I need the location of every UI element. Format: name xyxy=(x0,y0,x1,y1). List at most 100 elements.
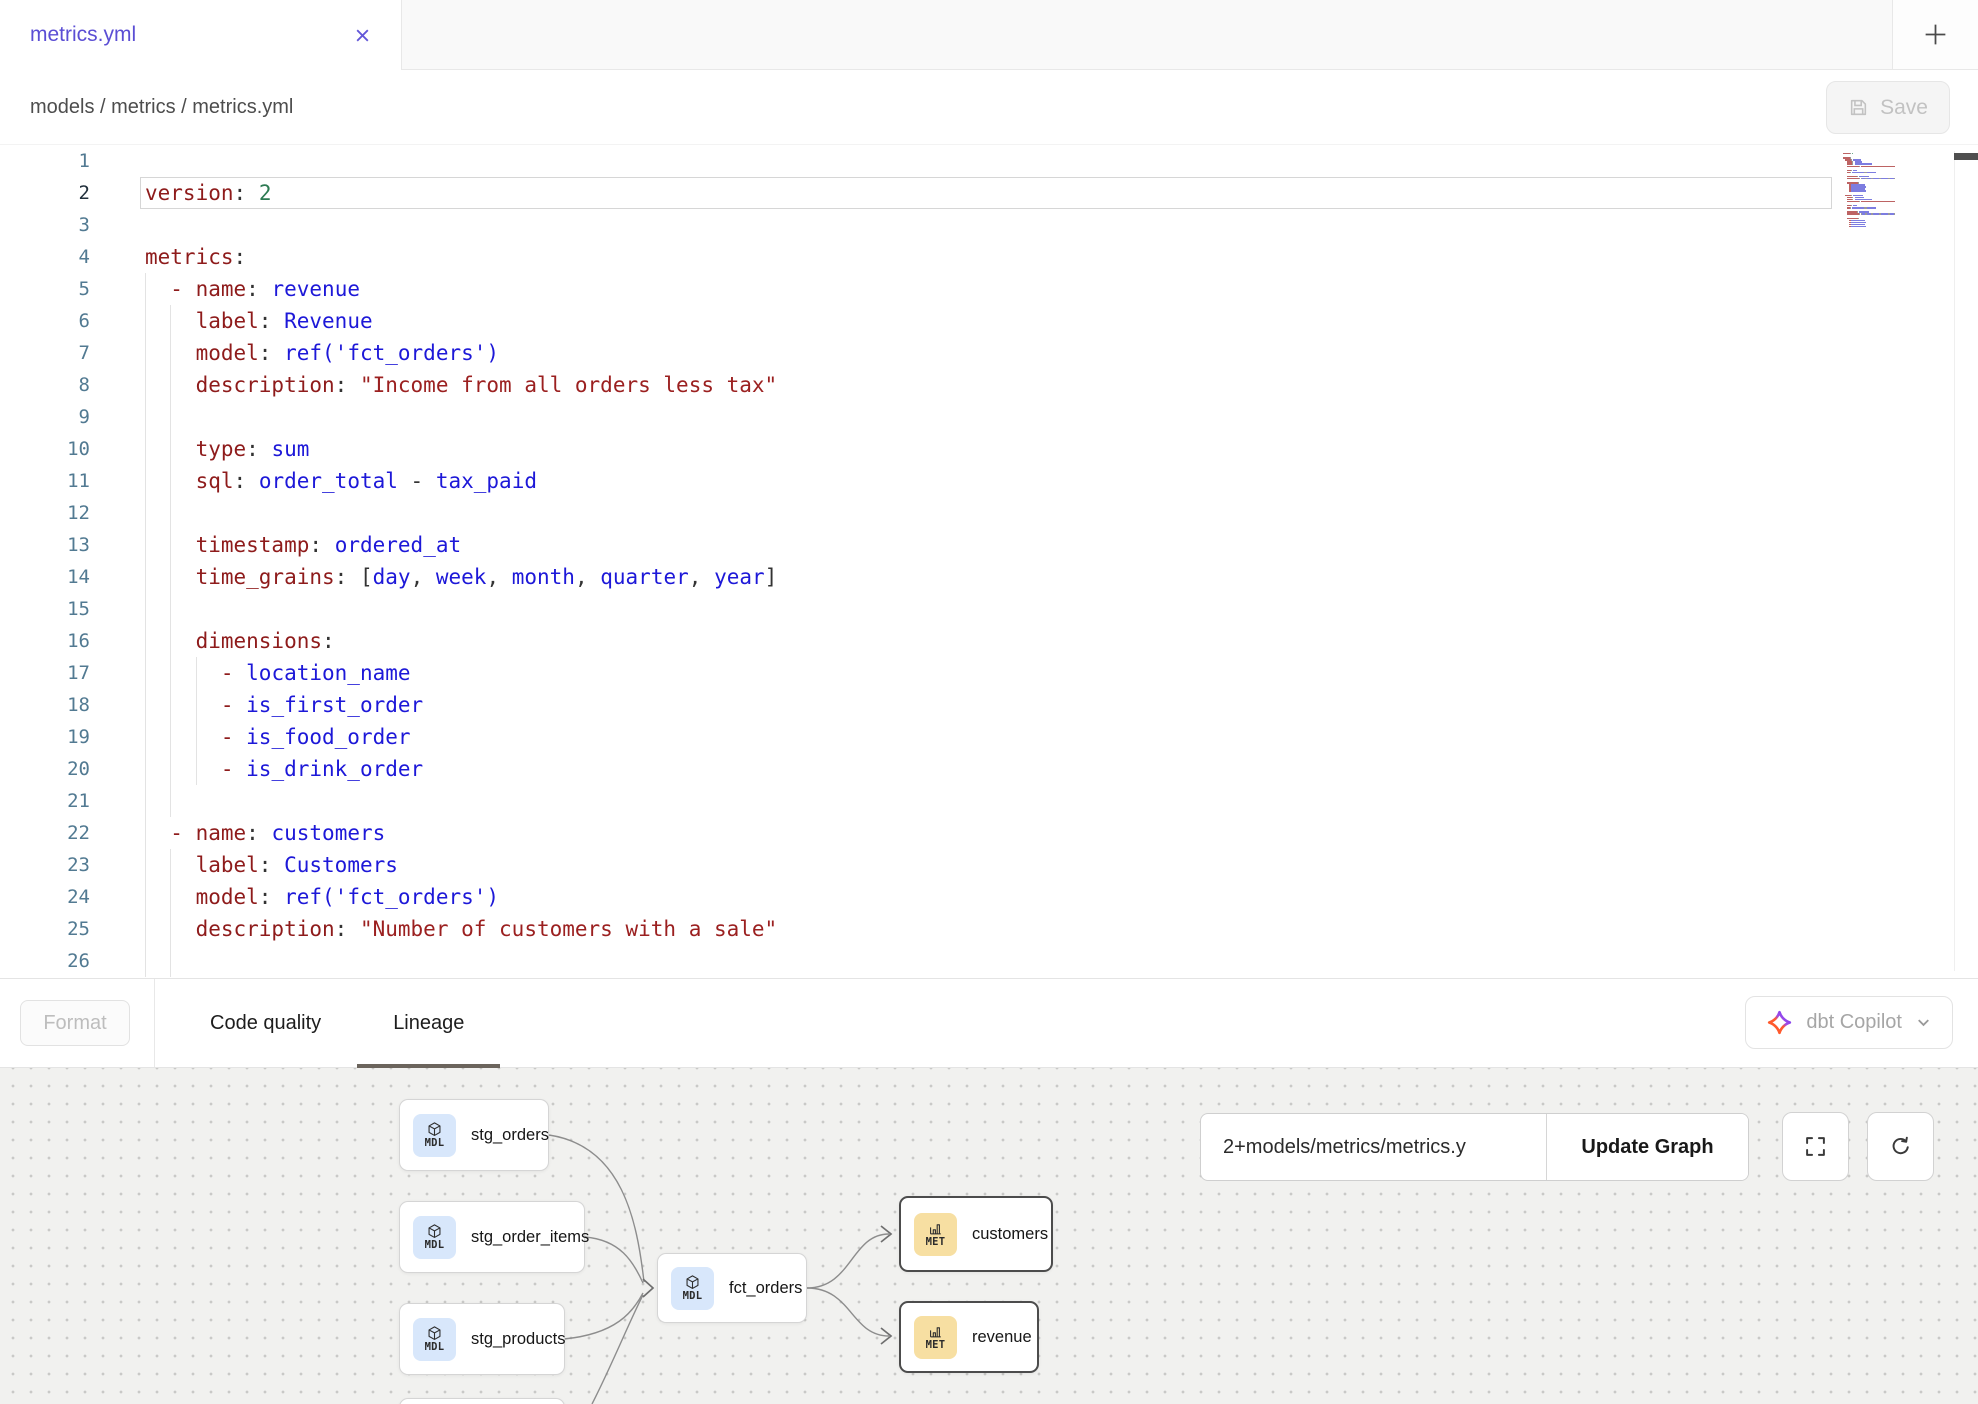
code-line[interactable]: 1 xyxy=(0,145,1978,177)
line-number: 4 xyxy=(0,241,90,273)
line-number: 15 xyxy=(0,593,90,625)
lineage-node-partial-node[interactable] xyxy=(399,1398,565,1404)
indent-guide xyxy=(145,657,146,689)
tab-code-quality[interactable]: Code quality xyxy=(174,979,357,1067)
indent-guide xyxy=(170,721,171,753)
indent-guide xyxy=(145,849,146,881)
indent-guide xyxy=(145,465,146,497)
line-number: 20 xyxy=(0,753,90,785)
refresh-button[interactable] xyxy=(1867,1112,1934,1181)
tab-metrics-yml[interactable]: metrics.yml xyxy=(0,0,402,70)
close-tab-icon[interactable] xyxy=(349,22,375,48)
indent-guide xyxy=(170,465,171,497)
save-button[interactable]: Save xyxy=(1826,81,1950,134)
line-number: 18 xyxy=(0,689,90,721)
chevron-down-icon xyxy=(1915,1014,1932,1031)
indent-guide xyxy=(170,913,171,945)
code-line[interactable]: 14 time_grains: [day, week, month, quart… xyxy=(0,561,1978,593)
refresh-icon xyxy=(1889,1135,1912,1158)
code-line[interactable]: 3 xyxy=(0,209,1978,241)
indent-guide xyxy=(196,689,197,721)
dbt-ide-window: metrics.yml models / metrics / metrics.y… xyxy=(0,0,1978,1404)
model-cube-icon: MDL xyxy=(413,1114,456,1157)
lineage-node-fct_orders[interactable]: MDLfct_orders xyxy=(657,1253,807,1323)
indent-guide xyxy=(170,657,171,689)
code-line[interactable]: 16 dimensions: xyxy=(0,625,1978,657)
code-line[interactable]: 5 - name: revenue xyxy=(0,273,1978,305)
indent-guide xyxy=(196,721,197,753)
code-line[interactable]: 24 model: ref('fct_orders') xyxy=(0,881,1978,913)
lineage-node-stg_order_items[interactable]: MDLstg_order_items xyxy=(399,1201,585,1273)
code-line[interactable]: 26 xyxy=(0,945,1978,977)
lineage-node-stg_products[interactable]: MDLstg_products xyxy=(399,1303,565,1375)
minimap[interactable] xyxy=(1843,151,1901,228)
code-line[interactable]: 15 xyxy=(0,593,1978,625)
node-label: customers xyxy=(972,1225,1048,1244)
line-number: 9 xyxy=(0,401,90,433)
code-line[interactable]: 9 xyxy=(0,401,1978,433)
indent-guide xyxy=(170,753,171,785)
code-line[interactable]: 13 timestamp: ordered_at xyxy=(0,529,1978,561)
code-line[interactable]: 8 description: "Income from all orders l… xyxy=(0,369,1978,401)
indent-guide xyxy=(170,625,171,657)
format-button[interactable]: Format xyxy=(20,1000,130,1046)
indent-guide xyxy=(145,945,146,977)
line-number: 16 xyxy=(0,625,90,657)
code-line[interactable]: 23 label: Customers xyxy=(0,849,1978,881)
code-line[interactable]: 18 - is_first_order xyxy=(0,689,1978,721)
line-number: 7 xyxy=(0,337,90,369)
line-number: 14 xyxy=(0,561,90,593)
update-graph-button[interactable]: Update Graph xyxy=(1546,1114,1748,1180)
indent-guide xyxy=(170,337,171,369)
code-line[interactable]: 10 type: sum xyxy=(0,433,1978,465)
model-cube-icon: MDL xyxy=(671,1267,714,1310)
line-number: 11 xyxy=(0,465,90,497)
tab-lineage[interactable]: Lineage xyxy=(357,979,500,1067)
scrollbar-track xyxy=(1954,151,1955,971)
dbt-copilot-button[interactable]: dbt Copilot xyxy=(1745,996,1953,1049)
code-line[interactable]: 7 model: ref('fct_orders') xyxy=(0,337,1978,369)
lineage-node-stg_orders[interactable]: MDL stg_orders xyxy=(399,1099,549,1171)
code-editor[interactable]: 12version: 234metrics:5 - name: revenue6… xyxy=(0,145,1978,978)
code-line[interactable]: 11 sql: order_total - tax_paid xyxy=(0,465,1978,497)
code-line[interactable]: 19 - is_food_order xyxy=(0,721,1978,753)
code-line[interactable]: 21 xyxy=(0,785,1978,817)
fullscreen-button[interactable] xyxy=(1782,1112,1849,1181)
indent-guide xyxy=(145,593,146,625)
indent-guide xyxy=(170,305,171,337)
lineage-node-customers[interactable]: MET customers xyxy=(899,1196,1053,1272)
code-line[interactable]: 22 - name: customers xyxy=(0,817,1978,849)
code-line[interactable]: 12 xyxy=(0,497,1978,529)
lineage-node-revenue[interactable]: METrevenue xyxy=(899,1301,1039,1373)
indent-guide xyxy=(145,369,146,401)
dbt-copilot-icon xyxy=(1766,1009,1793,1036)
indent-guide xyxy=(145,785,146,817)
line-number: 6 xyxy=(0,305,90,337)
code-line[interactable]: 25 description: "Number of customers wit… xyxy=(0,913,1978,945)
node-label: revenue xyxy=(972,1328,1032,1347)
new-tab-button[interactable] xyxy=(1892,0,1978,70)
line-number: 10 xyxy=(0,433,90,465)
indent-guide xyxy=(145,689,146,721)
code-line[interactable]: 20 - is_drink_order xyxy=(0,753,1978,785)
metric-bar-chart-icon: MET xyxy=(914,1213,957,1256)
scrollbar-thumb[interactable] xyxy=(1954,153,1978,160)
code-line[interactable]: 4metrics: xyxy=(0,241,1978,273)
code-line[interactable]: 6 label: Revenue xyxy=(0,305,1978,337)
code-line[interactable]: 17 - location_name xyxy=(0,657,1978,689)
line-number: 26 xyxy=(0,945,90,977)
line-number: 21 xyxy=(0,785,90,817)
code-line[interactable]: 2version: 2 xyxy=(0,177,1978,209)
node-label: stg_orders xyxy=(471,1126,549,1145)
panel-tabs: Code quality Lineage xyxy=(174,979,500,1067)
line-number: 2 xyxy=(0,177,90,209)
model-cube-icon: MDL xyxy=(413,1216,456,1259)
plus-icon xyxy=(1922,21,1949,48)
graph-selector-input[interactable] xyxy=(1201,1114,1546,1180)
line-number: 1 xyxy=(0,145,90,177)
save-icon xyxy=(1848,97,1869,118)
indent-guide xyxy=(170,369,171,401)
lineage-panel[interactable]: MDL stg_orders MDLstg_order_items MDLstg_pr… xyxy=(0,1068,1978,1404)
indent-guide xyxy=(145,497,146,529)
minimap-content xyxy=(1843,151,1901,227)
